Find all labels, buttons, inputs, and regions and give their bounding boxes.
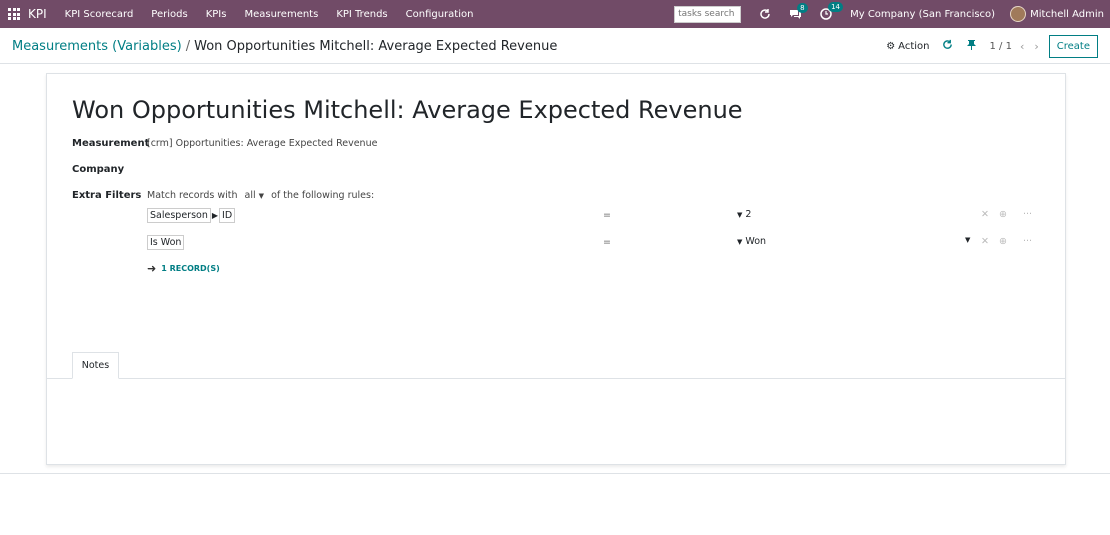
menu-measurements[interactable]: Measurements <box>244 9 318 20</box>
match-records-text: Match records with all ▼ of the followin… <box>147 190 374 201</box>
caret-down-icon: ▼ <box>737 237 743 246</box>
extra-filters-label: Extra Filters <box>72 190 142 201</box>
messages-icon[interactable]: 8 <box>789 2 808 20</box>
more-options-icon[interactable]: ··· <box>1023 236 1032 247</box>
form-sheet: Won Opportunities Mitchell: Average Expe… <box>46 73 1066 465</box>
add-rule-icon[interactable]: ⊕ <box>999 209 1007 220</box>
rule-operator[interactable]: = <box>603 210 611 221</box>
rule-value[interactable]: ▼ Won <box>737 236 766 247</box>
chevron-right-icon: ▶ <box>211 211 219 220</box>
rule-subfield-chip[interactable]: ID <box>219 208 236 223</box>
menu-kpi-trends[interactable]: KPI Trends <box>336 9 387 20</box>
company-label: Company <box>72 164 125 175</box>
messages-count-badge: 8 <box>797 2 808 13</box>
breadcrumb-current: Won Opportunities Mitchell: Average Expe… <box>194 39 558 54</box>
rule-operator[interactable]: = <box>603 237 611 248</box>
match-suffix: of the following rules: <box>271 190 375 201</box>
app-name[interactable]: KPI <box>28 7 47 21</box>
user-name: Mitchell Admin <box>1030 8 1104 20</box>
rule-field-path[interactable]: Is Won <box>147 235 185 250</box>
gear-icon: ⚙ <box>886 40 896 52</box>
breadcrumb: Measurements (Variables) / Won Opportuniti… <box>12 39 557 54</box>
value-dropdown-icon[interactable]: ▼ <box>965 236 970 244</box>
apps-menu-icon[interactable] <box>0 0 28 28</box>
menu-periods[interactable]: Periods <box>151 9 187 20</box>
activities-clock-icon[interactable]: 14 <box>820 2 844 20</box>
action-menu-button[interactable]: ⚙ Action <box>886 41 929 52</box>
breadcrumb-parent-link[interactable]: Measurements (Variables) <box>12 39 182 54</box>
pager-previous-icon[interactable]: ‹ <box>1020 40 1024 53</box>
activities-count-badge: 14 <box>828 2 844 12</box>
refresh-icon[interactable] <box>759 8 771 20</box>
records-count-link[interactable]: ➜ 1 RECORD(S) <box>147 262 220 275</box>
menu-kpis[interactable]: KPIs <box>206 9 227 20</box>
bottom-divider <box>0 473 1110 474</box>
create-button[interactable]: Create <box>1048 34 1098 58</box>
avatar <box>1010 6 1027 22</box>
rule-field-chip[interactable]: Is Won <box>147 235 185 250</box>
tab-notes[interactable]: Notes <box>72 352 119 379</box>
match-prefix: Match records with <box>147 190 238 201</box>
arrow-right-icon: ➜ <box>147 262 157 275</box>
user-menu[interactable]: Mitchell Admin <box>1010 6 1104 22</box>
rule-field-chip[interactable]: Salesperson <box>147 208 211 223</box>
rule-field-path[interactable]: Salesperson ▶ ID <box>147 208 236 223</box>
tasks-search-input[interactable] <box>674 5 742 23</box>
top-navbar: KPI KPI Scorecard Periods KPIs Measureme… <box>0 0 1110 28</box>
pin-icon[interactable] <box>966 39 976 53</box>
discard-refresh-icon[interactable] <box>942 39 953 53</box>
tabs-divider <box>47 378 1065 379</box>
match-selector[interactable]: all ▼ <box>245 190 265 201</box>
more-options-icon[interactable]: ··· <box>1023 209 1032 220</box>
company-switcher[interactable]: My Company (San Francisco) <box>850 9 995 20</box>
measurement-field[interactable]: [crm] Opportunities: Average Expected Re… <box>147 138 377 149</box>
filter-rule-row: Is Won = ▼ Won ▼ ✕ ⊕ ··· <box>147 235 1037 253</box>
caret-down-icon: ▼ <box>737 210 743 219</box>
menu-kpi-scorecard[interactable]: KPI Scorecard <box>65 9 134 20</box>
pager-value[interactable]: 1 / 1 <box>990 41 1012 52</box>
filter-rule-row: Salesperson ▶ ID = ▼ 2 ✕ ⊕ ··· <box>147 208 1037 226</box>
close-icon[interactable]: ✕ <box>981 209 989 220</box>
record-title[interactable]: Won Opportunities Mitchell: Average Expe… <box>72 96 743 124</box>
breadcrumb-separator: / <box>185 39 191 54</box>
measurement-label: Measurement <box>72 138 150 149</box>
menu-configuration[interactable]: Configuration <box>406 9 474 20</box>
caret-down-icon: ▼ <box>258 192 265 200</box>
pager-next-icon[interactable]: › <box>1034 40 1038 53</box>
action-label: Action <box>898 40 930 52</box>
add-rule-icon[interactable]: ⊕ <box>999 236 1007 247</box>
close-icon[interactable]: ✕ <box>981 236 989 247</box>
control-panel: Measurements (Variables) / Won Opportuniti… <box>0 28 1110 64</box>
rule-value[interactable]: ▼ 2 <box>737 209 751 220</box>
